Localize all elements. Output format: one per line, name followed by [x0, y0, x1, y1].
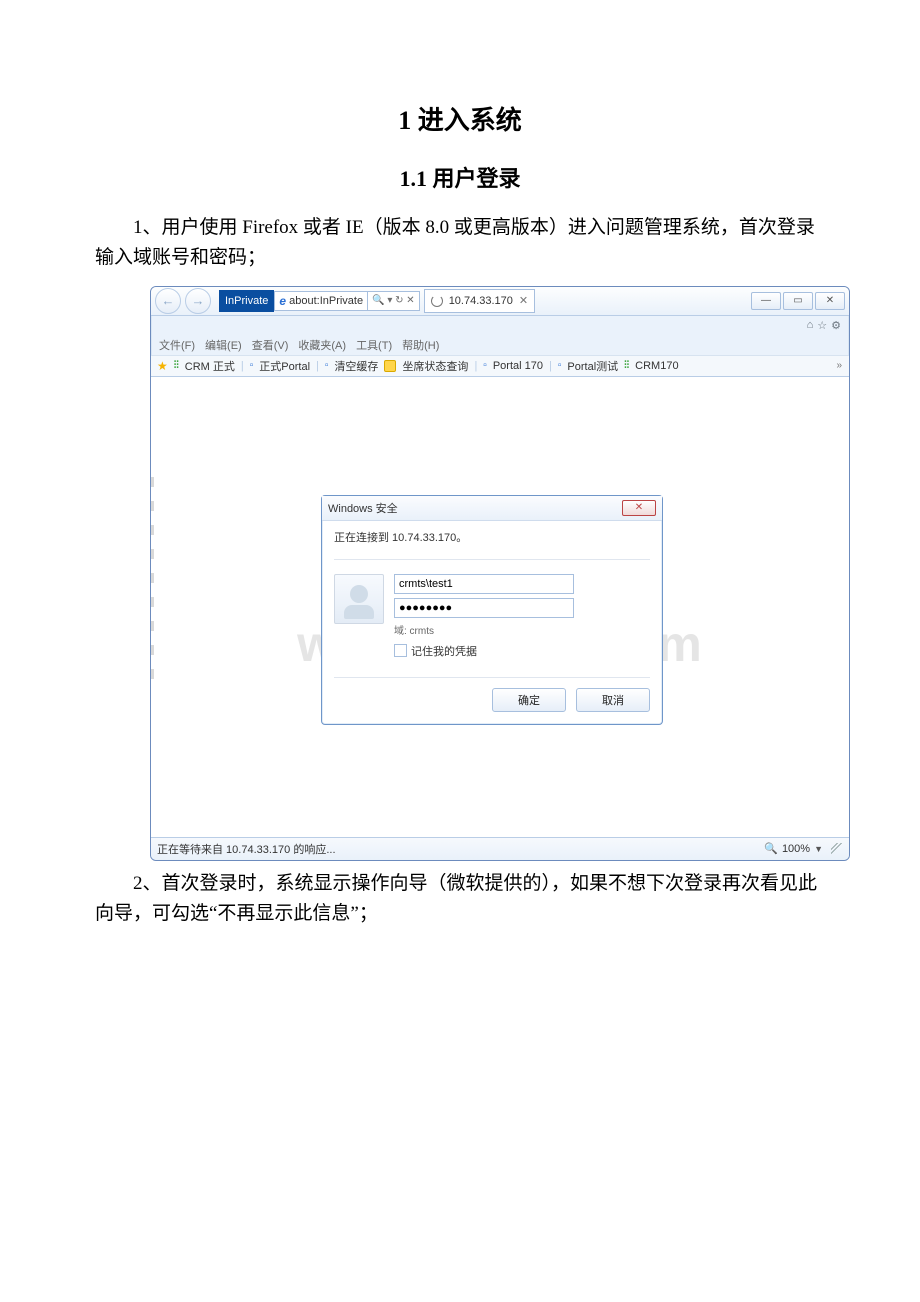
zoom-dropdown-icon[interactable]: ▼	[814, 844, 823, 854]
dialog-button-row: 确定 取消	[334, 677, 650, 712]
inprivate-badge: InPrivate	[219, 290, 274, 312]
dialog-close-button[interactable]: ✕	[622, 500, 656, 516]
toolbar-icons: ⌂ ☆ ⚙	[151, 316, 849, 335]
menu-help[interactable]: 帮助(H)	[402, 337, 439, 353]
home-icon[interactable]: ⌂	[807, 319, 814, 331]
user-avatar-icon	[334, 574, 384, 624]
page-icon: ▫	[325, 360, 329, 371]
dialog-title-text: Windows 安全	[328, 500, 398, 516]
favorite-link[interactable]: 坐席状态查询	[402, 358, 468, 374]
magnifier-icon: 🔍	[764, 842, 778, 855]
separator: |	[474, 360, 477, 372]
domain-label: 域: crmts	[394, 622, 574, 637]
menu-file[interactable]: 文件(F)	[159, 337, 195, 353]
separator: |	[241, 360, 244, 372]
left-edge-marks	[151, 477, 154, 679]
credentials-dialog: Windows 安全 ✕ 正在连接到 10.74.33.170。 域: crmt…	[321, 495, 663, 725]
tools-gear-icon[interactable]: ⚙	[831, 319, 841, 332]
resize-grip-icon	[831, 843, 843, 855]
dialog-info-text: 正在连接到 10.74.33.170。	[334, 529, 650, 560]
dialog-body: 正在连接到 10.74.33.170。 域: crmts 记住我的凭据	[322, 521, 662, 724]
separator: |	[316, 360, 319, 372]
maximize-button[interactable]: ▭	[783, 292, 813, 310]
ie-browser-window: ← → InPrivate e about:InPrivate 🔍 ▾ ↻ ✕ …	[150, 286, 850, 861]
heading-1: 1 进入系统	[95, 100, 825, 137]
tab-close-icon[interactable]: ✕	[519, 294, 528, 307]
username-input[interactable]	[394, 574, 574, 594]
document-page: 1 进入系统 1.1 用户登录 1、用户使用 Firefox 或者 IE（版本 …	[0, 0, 920, 982]
favorite-link[interactable]: 清空缓存	[334, 358, 378, 374]
menu-tools[interactable]: 工具(T)	[356, 337, 392, 353]
page-icon	[384, 360, 396, 372]
remember-row[interactable]: 记住我的凭据	[394, 643, 574, 659]
address-action-icons[interactable]: 🔍 ▾ ↻ ✕	[368, 291, 420, 311]
site-icon: ⫶⫶	[174, 360, 179, 371]
menu-bar: 文件(F) 编辑(E) 查看(V) 收藏夹(A) 工具(T) 帮助(H)	[151, 335, 849, 355]
close-button[interactable]: ✕	[815, 292, 845, 310]
menu-favorites[interactable]: 收藏夹(A)	[298, 337, 346, 353]
address-bar: InPrivate e about:InPrivate 🔍 ▾ ↻ ✕ 10.7…	[219, 290, 747, 312]
remember-checkbox[interactable]	[394, 644, 407, 657]
favorites-overflow-icon[interactable]: »	[836, 360, 843, 371]
status-text: 正在等待来自 10.74.33.170 的响应...	[157, 841, 336, 857]
page-icon: ▫	[250, 360, 254, 371]
menu-edit[interactable]: 编辑(E)	[205, 337, 242, 353]
back-button[interactable]: ←	[155, 288, 181, 314]
cancel-button[interactable]: 取消	[576, 688, 650, 712]
ie-logo-icon: e	[279, 294, 286, 308]
browser-tab[interactable]: 10.74.33.170 ✕	[424, 289, 535, 313]
favorite-link[interactable]: CRM170	[635, 360, 678, 372]
separator: |	[549, 360, 552, 372]
browser-titlebar: ← → InPrivate e about:InPrivate 🔍 ▾ ↻ ✕ …	[151, 287, 849, 316]
favorites-bar: ★ ⫶⫶ CRM 正式 | ▫ 正式Portal | ▫ 清空缓存 坐席状态查询…	[151, 355, 849, 376]
credentials-row: 域: crmts 记住我的凭据	[334, 574, 650, 659]
address-box[interactable]: e about:InPrivate	[274, 291, 368, 311]
window-controls: — ▭ ✕	[751, 292, 845, 310]
status-bar: 正在等待来自 10.74.33.170 的响应... 🔍 100% ▼	[151, 837, 849, 860]
menu-view[interactable]: 查看(V)	[252, 337, 289, 353]
paragraph-2: 2、首次登录时，系统显示操作向导（微软提供的），如果不想下次登录再次看见此向导，…	[95, 869, 825, 930]
page-icon: ▫	[558, 360, 562, 371]
browser-content-area: www.bdocx.com Windows 安全 ✕ 正在连接到 10.74.3…	[151, 376, 849, 837]
favorites-star-icon[interactable]: ☆	[817, 319, 827, 332]
remember-label: 记住我的凭据	[411, 643, 477, 659]
favorite-link[interactable]: CRM 正式	[185, 358, 235, 374]
zoom-control[interactable]: 🔍 100% ▼	[764, 842, 843, 855]
credential-fields: 域: crmts 记住我的凭据	[394, 574, 574, 659]
favorite-link[interactable]: Portal测试	[567, 358, 618, 374]
favorites-star-icon[interactable]: ★	[157, 359, 168, 373]
forward-button[interactable]: →	[185, 288, 211, 314]
minimize-button[interactable]: —	[751, 292, 781, 310]
zoom-value: 100%	[782, 843, 810, 855]
tab-title: 10.74.33.170	[449, 295, 513, 307]
address-text: about:InPrivate	[289, 295, 363, 307]
screenshot-figure: ← → InPrivate e about:InPrivate 🔍 ▾ ↻ ✕ …	[150, 286, 850, 861]
loading-spinner-icon	[431, 295, 443, 307]
heading-2: 1.1 用户登录	[95, 161, 825, 193]
site-icon: ⫶⫶	[624, 360, 629, 371]
page-icon: ▫	[483, 360, 487, 371]
favorite-link[interactable]: 正式Portal	[259, 358, 310, 374]
dialog-titlebar: Windows 安全 ✕	[322, 496, 662, 521]
ok-button[interactable]: 确定	[492, 688, 566, 712]
password-input[interactable]	[394, 598, 574, 618]
paragraph-1: 1、用户使用 Firefox 或者 IE（版本 8.0 或更高版本）进入问题管理…	[95, 213, 825, 274]
favorite-link[interactable]: Portal 170	[493, 360, 543, 372]
